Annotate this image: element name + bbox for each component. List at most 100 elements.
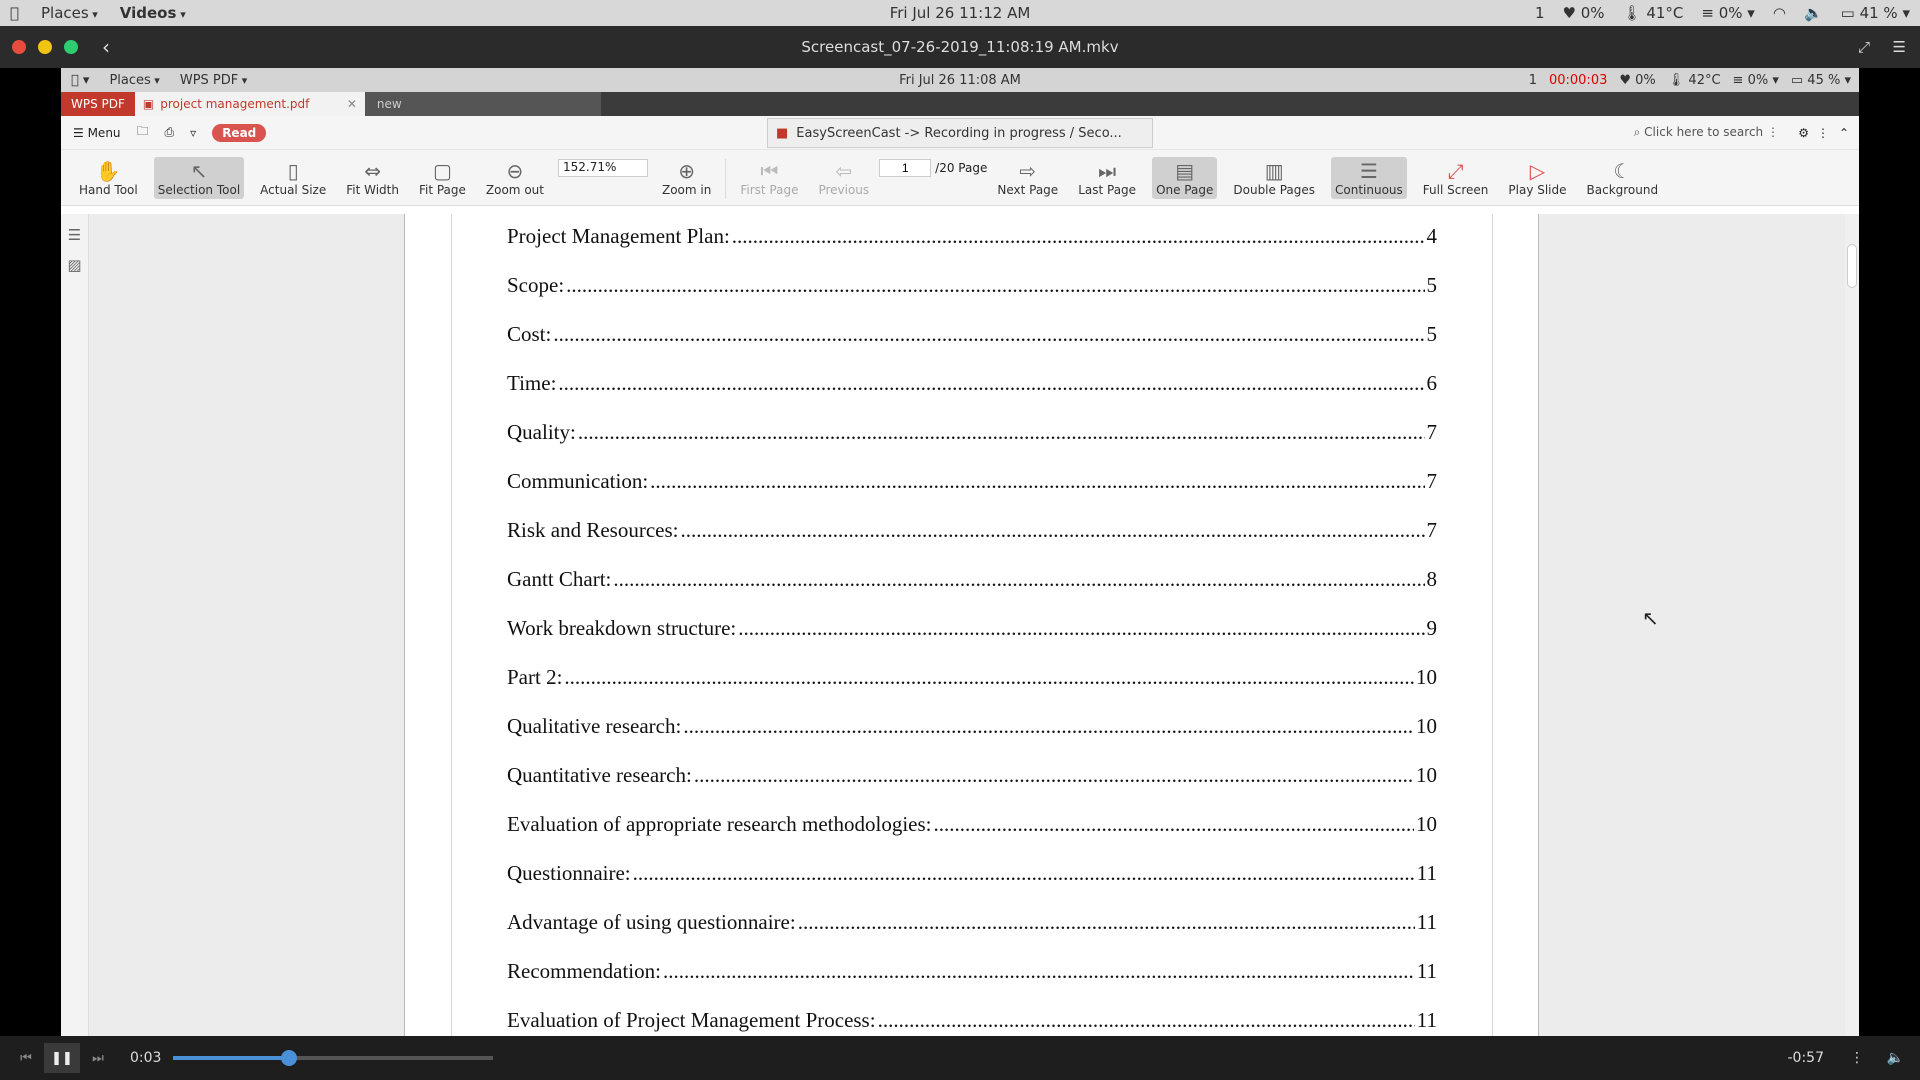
read-button[interactable]: Read xyxy=(212,123,267,142)
toc-row[interactable]: Risk and Resources: 7 xyxy=(507,518,1437,567)
toc-page-number: 10 xyxy=(1416,714,1437,738)
full-screen-button[interactable]: ⤢ Full Screen xyxy=(1419,157,1493,199)
toc-row[interactable]: Evaluation of Project Management Process… xyxy=(507,1008,1437,1036)
selection-tool-button[interactable]: ↖ Selection Tool xyxy=(153,157,245,199)
settings-icon[interactable]: ⚙ xyxy=(1798,126,1809,140)
recorded-battery: ▭ 45 % ▾ xyxy=(1790,72,1851,88)
volume-icon[interactable]: 🔈 xyxy=(1887,1050,1904,1066)
thumbnails-icon[interactable]: ▨ xyxy=(61,256,88,274)
toc-title: Project Management Plan: xyxy=(507,224,730,248)
open-folder-icon[interactable]: 🗀 xyxy=(137,122,149,143)
progress-knob[interactable] xyxy=(280,1050,297,1066)
toc-row[interactable]: Cost: 5 xyxy=(507,322,1437,371)
fit-page-button[interactable]: ▢ Fit Page xyxy=(415,157,470,199)
toc-row[interactable]: Recommendation: 11 xyxy=(507,959,1437,1008)
wifi-icon[interactable]: ◠ xyxy=(1773,4,1786,22)
fullscreen-icon[interactable]: ⤢ xyxy=(1858,38,1870,56)
continuous-icon: ☰ xyxy=(1359,159,1378,183)
toc-row[interactable]: Project Management Plan: 4 xyxy=(507,224,1437,273)
zoom-select[interactable]: 152.71% xyxy=(557,159,648,177)
toc-page-number: 10 xyxy=(1416,763,1437,787)
previous-page-button[interactable]: ⇦ Previous xyxy=(814,157,873,199)
menu-button[interactable]: ☰ Menu xyxy=(73,126,121,140)
toc-title: Gantt Chart: xyxy=(507,567,612,591)
volume-icon[interactable]: 🔈 xyxy=(1804,4,1823,22)
zoom-in-button[interactable]: ⊕ Zoom in xyxy=(658,157,715,199)
toc-leader xyxy=(613,567,1424,592)
hand-tool-button[interactable]: ✋ Hand Tool xyxy=(75,157,142,199)
one-page-button[interactable]: ▤ One Page xyxy=(1152,157,1218,199)
background-button[interactable]: ☾ Background xyxy=(1583,157,1663,199)
toc-row[interactable]: Part 2: 10 xyxy=(507,665,1437,714)
progress-slider[interactable] xyxy=(173,1050,494,1066)
tab-wps-pdf[interactable]: WPS PDF xyxy=(61,92,135,116)
page-number-input[interactable] xyxy=(879,159,932,177)
search-box[interactable]: ⌕ Click here to search ⋮ xyxy=(1634,125,1779,140)
player-menu-icon[interactable]: ⋮ xyxy=(1850,1050,1864,1066)
next-page-button[interactable]: ⇨ Next Page xyxy=(993,157,1062,199)
recording-notification[interactable]: ■ EasyScreenCast -> Recording in progres… xyxy=(767,118,1153,148)
workspace-indicator[interactable]: 1 xyxy=(1535,4,1545,22)
toc-row[interactable]: Quantitative research: 10 xyxy=(507,763,1437,812)
actual-size-button[interactable]: ▯ Actual Size xyxy=(256,157,330,199)
play-slide-button[interactable]: ▷ Play Slide xyxy=(1504,157,1570,199)
toc-row[interactable]: Questionnaire: 11 xyxy=(507,861,1437,910)
toc-page-number: 11 xyxy=(1416,910,1437,934)
toc-row[interactable]: Evaluation of appropriate research metho… xyxy=(507,812,1437,861)
bookmarks-icon[interactable]: ☰ xyxy=(61,226,88,244)
hamburger-menu-icon[interactable]: ☰ xyxy=(1893,38,1906,56)
toc-leader xyxy=(680,518,1424,543)
battery-indicator[interactable]: ▭ 41 % ▾ xyxy=(1841,4,1910,22)
collapse-icon[interactable]: ⌃ xyxy=(1839,126,1849,140)
vertical-scrollbar[interactable] xyxy=(1845,214,1859,1036)
zoom-out-button[interactable]: ⊖ Zoom out xyxy=(482,157,548,199)
toc-title: Qualitative research: xyxy=(507,714,682,738)
toc-row[interactable]: Qualitative research: 10 xyxy=(507,714,1437,763)
tab-project-management[interactable]: ▣ project management.pdf ✕ xyxy=(134,92,365,116)
skip-forward-button[interactable]: ⏭ xyxy=(80,1043,116,1073)
first-page-button[interactable]: ⏮ First Page xyxy=(736,157,802,199)
skip-back-button[interactable]: ⏮ xyxy=(8,1043,44,1073)
tab-bar: WPS PDF ▣ project management.pdf ✕ new ■… xyxy=(61,92,1859,148)
dropdown-icon[interactable]: ▿ xyxy=(190,126,196,140)
pause-button[interactable]: ❚❚ xyxy=(44,1043,80,1073)
double-pages-button[interactable]: ▥ Double Pages xyxy=(1229,157,1319,199)
scrollbar-thumb[interactable] xyxy=(1847,244,1857,288)
camera-icon: ■ xyxy=(776,125,789,141)
toc-title: Advantage of using questionnaire: xyxy=(507,910,796,934)
continuous-button[interactable]: ☰ Continuous xyxy=(1331,157,1407,199)
recorded-app-menu: WPS PDF xyxy=(180,73,247,88)
document-workspace: ☰ ▨ Project Management Plan:4Scope:5Cost… xyxy=(61,214,1859,1036)
videos-menu[interactable]: Videos xyxy=(120,4,186,22)
print-icon[interactable]: ⎙ xyxy=(165,125,175,140)
maximize-window-button[interactable] xyxy=(64,40,78,54)
toc-title: Work breakdown structure: xyxy=(507,616,737,640)
fit-width-button[interactable]: ⇔ Fit Width xyxy=(342,157,403,199)
toc-leader xyxy=(738,616,1424,641)
toc-page-number: 10 xyxy=(1416,812,1437,836)
tab-new[interactable]: new xyxy=(364,92,601,116)
last-page-icon: ⏭ xyxy=(1098,159,1117,183)
double-pages-icon: ▥ xyxy=(1264,159,1284,183)
recorded-disk: ≡ 0% ▾ xyxy=(1732,72,1779,88)
toc-row[interactable]: Work breakdown structure: 9 xyxy=(507,616,1437,665)
toc-row[interactable]: Scope: 5 xyxy=(507,273,1437,322)
toc-row[interactable]: Communication: 7 xyxy=(507,469,1437,518)
close-window-button[interactable] xyxy=(12,40,26,54)
page-navigator: /20 Page xyxy=(879,159,987,177)
fit-width-icon: ⇔ xyxy=(364,159,381,183)
recorded-os-bar:  ▾ Places WPS PDF Fri Jul 26 11:08 AM 1… xyxy=(61,68,1859,92)
more-icon[interactable]: ⋮ xyxy=(1817,126,1829,140)
last-page-button[interactable]: ⏭ Last Page xyxy=(1074,157,1140,199)
minimize-window-button[interactable] xyxy=(38,40,52,54)
toc-row[interactable]: Time: 6 xyxy=(507,371,1437,420)
toc-row[interactable]: Quality: 7 xyxy=(507,420,1437,469)
zoom-in-icon: ⊕ xyxy=(678,159,696,183)
fit-page-icon: ▢ xyxy=(432,159,452,183)
toc-row[interactable]: Advantage of using questionnaire: 11 xyxy=(507,910,1437,959)
places-menu[interactable]: Places xyxy=(41,4,98,22)
apple-menu-icon[interactable]:  xyxy=(10,4,19,22)
tab-close-icon[interactable]: ✕ xyxy=(347,97,357,111)
back-arrow-icon[interactable]: ‹ xyxy=(102,35,110,59)
toc-row[interactable]: Gantt Chart: 8 xyxy=(507,567,1437,616)
